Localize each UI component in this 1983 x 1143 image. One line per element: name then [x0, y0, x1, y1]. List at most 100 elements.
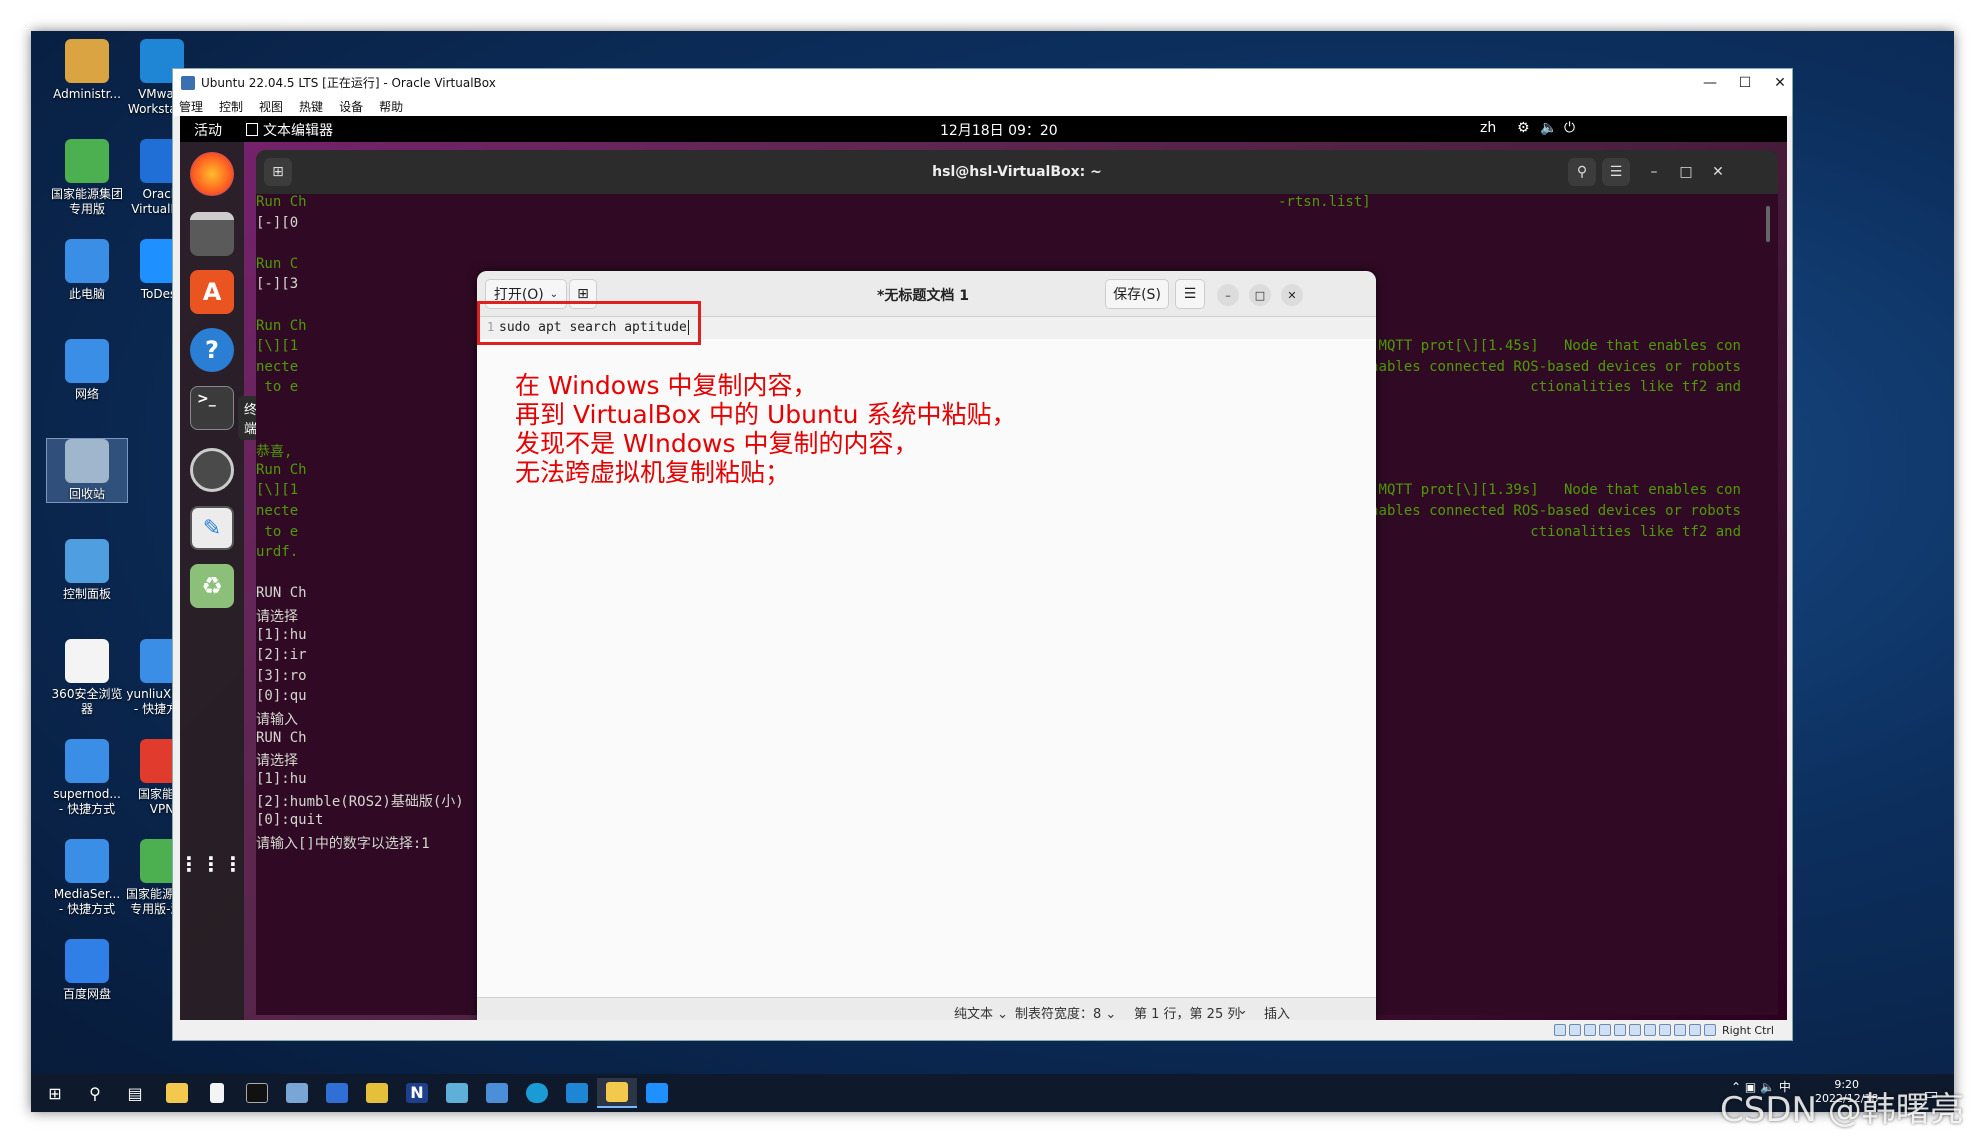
- terminal-line: [1]:hu: [256, 770, 307, 787]
- search-icon[interactable]: ⚲: [75, 1078, 115, 1108]
- shortcut-icon: [65, 739, 109, 783]
- hdd-icon[interactable]: [1553, 1024, 1566, 1036]
- menu-view[interactable]: 视图: [259, 98, 283, 115]
- remote-icon[interactable]: [277, 1078, 317, 1108]
- menu-manage[interactable]: 管理: [179, 98, 203, 115]
- clock[interactable]: 12月18日 09：20: [940, 120, 1058, 140]
- terminal-line: ctionalities like tf2 and: [1530, 523, 1741, 540]
- desktop-icon-label: MediaSer... - 快捷方式: [53, 887, 121, 916]
- new-tab-icon[interactable]: ⊞: [264, 158, 292, 186]
- annotation-text: 在 Windows 中复制内容， 再到 VirtualBox 中的 Ubuntu…: [515, 371, 1016, 487]
- menu-icon[interactable]: ☰: [1602, 158, 1630, 186]
- terminal-headerbar[interactable]: ⊞ hsl@hsl-VirtualBox: ~ ⚲ ☰ – □ ✕: [256, 150, 1778, 194]
- terminal-line: 恭喜,: [256, 444, 293, 461]
- control-panel-taskbar-icon[interactable]: [477, 1078, 517, 1108]
- desktop-icon[interactable]: supernod... - 快捷方式: [47, 739, 127, 817]
- editor-close-icon[interactable]: ✕: [1281, 284, 1303, 306]
- annotation-line: 在 Windows 中复制内容，: [515, 371, 818, 400]
- network-icon: [65, 339, 109, 383]
- desktop-icon-label: 百度网盘: [62, 987, 111, 1001]
- usb-icon[interactable]: [1613, 1024, 1626, 1036]
- virtualbox-taskbar-icon[interactable]: [597, 1078, 637, 1108]
- document-icon[interactable]: [197, 1078, 237, 1108]
- monitor-icon[interactable]: [317, 1078, 357, 1108]
- text-editor-dock-icon[interactable]: ✎: [190, 506, 234, 550]
- desktop-icon[interactable]: 控制面板: [47, 539, 127, 602]
- activities-button[interactable]: 活动: [194, 120, 222, 140]
- input-method[interactable]: zh: [1480, 120, 1496, 136]
- settings-icon[interactable]: [190, 448, 234, 492]
- network-adapter-icon[interactable]: [1598, 1024, 1611, 1036]
- cmd-icon[interactable]: [237, 1078, 277, 1108]
- desktop-icon[interactable]: 网络: [47, 339, 127, 402]
- window-title: Ubuntu 22.04.5 LTS [正在运行] - Oracle Virtu…: [201, 76, 496, 90]
- terminal-minimize-icon[interactable]: –: [1640, 158, 1668, 186]
- vmware-taskbar-icon[interactable]: [557, 1078, 597, 1108]
- terminal-close-icon[interactable]: ✕: [1704, 158, 1732, 186]
- volume-icon[interactable]: 🔈: [1540, 120, 1557, 136]
- app-store-icon[interactable]: A: [190, 270, 234, 314]
- menu-hotkey[interactable]: 热键: [299, 98, 323, 115]
- text-editor-icon: [246, 123, 258, 136]
- editor-maximize-icon[interactable]: □: [1249, 284, 1271, 306]
- terminal-maximize-icon[interactable]: □: [1672, 158, 1700, 186]
- menu-help[interactable]: 帮助: [379, 98, 403, 115]
- desktop-icon[interactable]: 国家能源集团 专用版: [47, 139, 127, 217]
- show-apps-icon[interactable]: ⋮⋮⋮: [180, 842, 243, 886]
- file-explorer-icon[interactable]: [157, 1078, 197, 1108]
- desktop-icon[interactable]: 360安全浏览 器: [47, 639, 127, 717]
- terminal-scrollbar[interactable]: [1766, 206, 1770, 242]
- notepad-icon[interactable]: N: [397, 1078, 437, 1108]
- keyboard-icon[interactable]: [1703, 1024, 1716, 1036]
- paint-icon[interactable]: [357, 1078, 397, 1108]
- display-icon[interactable]: [1643, 1024, 1656, 1036]
- hamburger-menu-icon[interactable]: ☰: [1175, 279, 1205, 309]
- host-key[interactable]: Right Ctrl: [1722, 1024, 1774, 1037]
- shared-folder-icon[interactable]: [1628, 1024, 1641, 1036]
- csdn-watermark: CSDN @韩曙亮: [1720, 1090, 1964, 1130]
- virtualbox-titlebar[interactable]: Ubuntu 22.04.5 LTS [正在运行] - Oracle Virtu…: [173, 69, 1792, 96]
- desktop-icon[interactable]: 回收站: [46, 438, 128, 503]
- terminal-line: to e: [256, 379, 299, 396]
- optical-icon[interactable]: [1568, 1024, 1581, 1036]
- desktop-icon[interactable]: MediaSer... - 快捷方式: [47, 839, 127, 917]
- editor-minimize-icon[interactable]: –: [1217, 284, 1239, 306]
- search-icon[interactable]: ⚲: [1568, 158, 1596, 186]
- close-icon[interactable]: ✕: [1758, 69, 1802, 96]
- terminal-line: [2]:humble(ROS2)基础版(小): [256, 794, 464, 811]
- start-icon[interactable]: ⊞: [35, 1078, 75, 1108]
- terminal-line: necte: [256, 503, 299, 519]
- power-icon[interactable]: ⏻: [1564, 120, 1575, 136]
- desktop-icon[interactable]: 此电脑: [47, 239, 127, 302]
- task-view-icon[interactable]: ▤: [115, 1078, 155, 1108]
- ubuntu-dock: A ? >_ 终端 ✎ ♻ ⋮⋮⋮: [180, 142, 264, 1022]
- audio-icon[interactable]: [1583, 1024, 1596, 1036]
- windows-taskbar: ⊞ ⚲ ▤ N ⌃ ▣ 🔈 中 9:20 2022/12/18 ▭: [31, 1074, 1954, 1112]
- help-icon[interactable]: ?: [190, 328, 234, 372]
- menu-devices[interactable]: 设备: [339, 98, 363, 115]
- edge-icon[interactable]: [517, 1078, 557, 1108]
- desktop-icon[interactable]: Administr...: [47, 39, 127, 102]
- annotation-line: 无法跨虚拟机复制粘贴；: [515, 458, 791, 487]
- network-icon[interactable]: ⚙: [1517, 120, 1530, 136]
- desktop-icon-label: 360安全浏览 器: [51, 687, 123, 716]
- menu-control[interactable]: 控制: [219, 98, 243, 115]
- desktop-icon[interactable]: 百度网盘: [47, 939, 127, 1002]
- terminal-dock-icon[interactable]: >_: [190, 386, 234, 430]
- chevron-down-icon[interactable]: ⌄: [1237, 1003, 1248, 1018]
- trash-icon[interactable]: ♻: [190, 564, 234, 608]
- document-title: *无标题文档 1: [877, 288, 969, 304]
- cpu-icon[interactable]: [1673, 1024, 1686, 1036]
- app-icon[interactable]: [437, 1078, 477, 1108]
- terminal-line: [3]:ro: [256, 667, 307, 684]
- firefox-icon[interactable]: [190, 152, 234, 196]
- user-folder-icon: [65, 39, 109, 83]
- this-pc-icon: [65, 239, 109, 283]
- save-button[interactable]: 保存(S): [1105, 279, 1169, 309]
- files-icon[interactable]: [190, 212, 234, 256]
- terminal-line: [-][3: [256, 276, 299, 293]
- todesk-taskbar-icon[interactable]: [637, 1078, 677, 1108]
- app-menu[interactable]: 文本编辑器: [246, 120, 333, 140]
- mouse-integration-icon[interactable]: [1688, 1024, 1701, 1036]
- recording-icon[interactable]: [1658, 1024, 1671, 1036]
